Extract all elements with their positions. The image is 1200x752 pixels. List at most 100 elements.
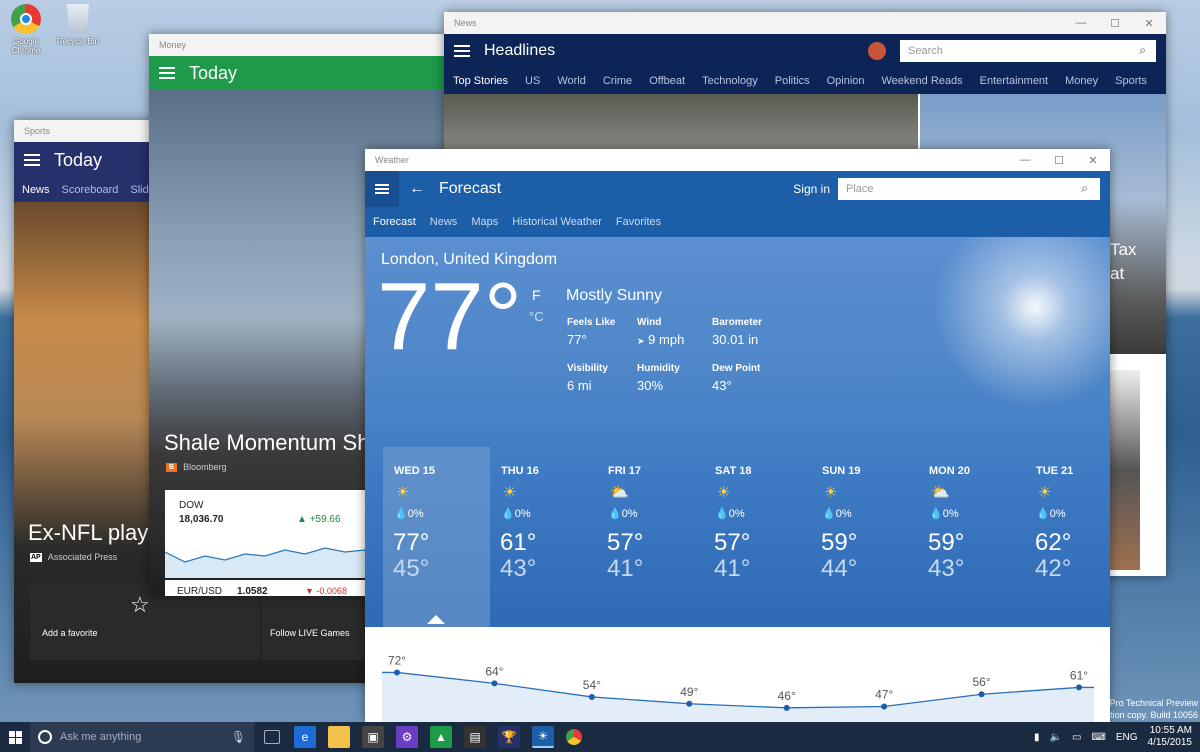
sun-icon: ☀ (1038, 484, 1052, 501)
raindrop-icon: 💧 (822, 508, 836, 520)
store-icon[interactable]: ▣ (362, 726, 384, 748)
tab-world[interactable]: World (557, 75, 586, 87)
unit-fahrenheit[interactable]: F (532, 287, 541, 303)
search-icon[interactable]: ⌕ (1139, 43, 1146, 58)
data-point[interactable] (881, 703, 888, 710)
headline-line: at (1110, 264, 1125, 283)
cortana-search-box[interactable]: Ask me anything 🎙 (30, 722, 254, 752)
tab-crime[interactable]: Crime (603, 75, 632, 87)
file-explorer-icon[interactable] (328, 726, 350, 748)
data-point[interactable] (588, 693, 595, 700)
recycle-bin-icon (67, 4, 89, 34)
search-placeholder: Ask me anything (60, 731, 142, 743)
network-icon[interactable]: ▮ (1034, 732, 1040, 743)
title-bar[interactable]: News — ☐ ✕ (444, 12, 1166, 34)
tab-politics[interactable]: Politics (775, 75, 810, 87)
chrome-icon[interactable] (566, 729, 582, 745)
back-arrow-icon[interactable]: ← (409, 180, 425, 198)
hamburger-menu-icon[interactable] (159, 67, 175, 79)
maximize-icon[interactable]: ☐ (1042, 149, 1076, 171)
search-placeholder: Search (908, 45, 943, 57)
title-bar[interactable]: Weather — ☐ ✕ (365, 149, 1110, 171)
unit-celsius[interactable]: °C (529, 309, 544, 324)
search-input[interactable]: Search ⌕ (900, 40, 1156, 62)
volume-icon[interactable]: 🔈 (1049, 732, 1061, 743)
title-bar[interactable]: Money (149, 34, 445, 56)
money-app-icon[interactable]: ▲ (430, 726, 452, 748)
hamburger-menu-icon[interactable] (24, 154, 40, 166)
tab-money[interactable]: Money (1065, 75, 1098, 87)
edge-icon[interactable]: e (294, 726, 316, 748)
low-temp: 41° (607, 555, 644, 582)
clock-date: 4/15/2015 (1147, 737, 1193, 748)
headline[interactable]: Ex-NFL playe (28, 520, 160, 546)
data-point[interactable] (491, 680, 498, 687)
window-title: Weather (375, 155, 409, 165)
minimize-icon[interactable]: — (1008, 149, 1042, 171)
hamburger-menu-icon[interactable] (454, 45, 470, 57)
data-point[interactable] (978, 691, 985, 698)
clock[interactable]: 10:55 AM 4/15/2015 (1148, 725, 1193, 749)
low-temp: 43° (928, 555, 965, 582)
tab-offbeat[interactable]: Offbeat (649, 75, 685, 87)
start-button[interactable] (0, 722, 30, 752)
precip-value: 0% (621, 508, 638, 520)
avatar[interactable] (868, 42, 886, 60)
task-view-icon[interactable] (264, 730, 280, 744)
detail-visibility: Visibility 6 mi (567, 363, 608, 393)
tab-news[interactable]: News (22, 184, 50, 196)
tab-scoreboard[interactable]: Scoreboard (62, 184, 119, 196)
action-center-icon[interactable]: ▭ (1072, 732, 1081, 743)
tab-historical-weather[interactable]: Historical Weather (512, 216, 602, 228)
tab-sports[interactable]: Sports (1115, 75, 1147, 87)
day-label: SUN 19 (822, 465, 861, 477)
maximize-icon[interactable]: ☐ (1098, 12, 1132, 34)
desktop-icon-chrome[interactable]: Google Chrome (0, 4, 52, 55)
data-point[interactable] (783, 704, 790, 711)
clock-time: 10:55 AM (1149, 725, 1192, 736)
close-icon[interactable]: ✕ (1076, 149, 1110, 171)
language-indicator[interactable]: ENG (1116, 732, 1138, 743)
tab-us[interactable]: US (525, 75, 540, 87)
weather-app-icon[interactable]: ☀ (532, 726, 554, 748)
day-label: FRI 17 (608, 465, 642, 477)
tab-opinion[interactable]: Opinion (827, 75, 865, 87)
tab-news[interactable]: News (430, 216, 458, 228)
microphone-icon[interactable]: 🎙 (231, 730, 246, 744)
desktop-icon-recycle-bin[interactable]: Recycle Bin (52, 4, 104, 46)
tab-favorites[interactable]: Favorites (616, 216, 661, 228)
tab-maps[interactable]: Maps (471, 216, 498, 228)
close-icon[interactable]: ✕ (1132, 12, 1166, 34)
partly-cloudy-icon: ⛅ (610, 484, 629, 501)
headline[interactable]: Shale Momentum Sh (164, 430, 369, 456)
search-icon[interactable]: ⌕ (1081, 181, 1088, 196)
data-point[interactable] (394, 669, 400, 676)
source-logo: B (166, 462, 178, 472)
news-app-icon[interactable]: ▤ (464, 726, 486, 748)
page-title: Today (189, 62, 238, 83)
place-input[interactable]: Place ⌕ (838, 178, 1100, 200)
tab-forecast[interactable]: Forecast (373, 216, 416, 228)
settings-icon[interactable]: ⚙ (396, 726, 418, 748)
hamburger-menu-icon[interactable] (365, 171, 399, 207)
tab-top-stories[interactable]: Top Stories (453, 75, 508, 87)
tab-slideshows[interactable]: Slid (130, 184, 148, 196)
sports-app-icon[interactable]: 🏆 (498, 726, 520, 748)
minimize-icon[interactable]: — (1064, 12, 1098, 34)
precip-chance: 💧0% (394, 507, 424, 520)
keyboard-icon[interactable]: ⌨ (1091, 732, 1105, 743)
data-point[interactable] (1076, 684, 1082, 691)
desktop-icon-label: Recycle Bin (56, 37, 100, 46)
tab-weekend-reads[interactable]: Weekend Reads (882, 75, 963, 87)
day-label: MON 20 (929, 465, 970, 477)
news-image[interactable] (1110, 370, 1140, 570)
star-icon: ☆ (130, 592, 150, 617)
sign-in-link[interactable]: Sign in (793, 182, 830, 196)
news-image[interactable] (444, 94, 918, 154)
news-headline[interactable]: Tax at (1110, 238, 1136, 286)
detail-dew-point: Dew Point 43° (712, 363, 760, 393)
data-point[interactable] (686, 700, 693, 707)
tab-technology[interactable]: Technology (702, 75, 758, 87)
detail-humidity: Humidity 30% (637, 363, 680, 393)
tab-entertainment[interactable]: Entertainment (980, 75, 1048, 87)
